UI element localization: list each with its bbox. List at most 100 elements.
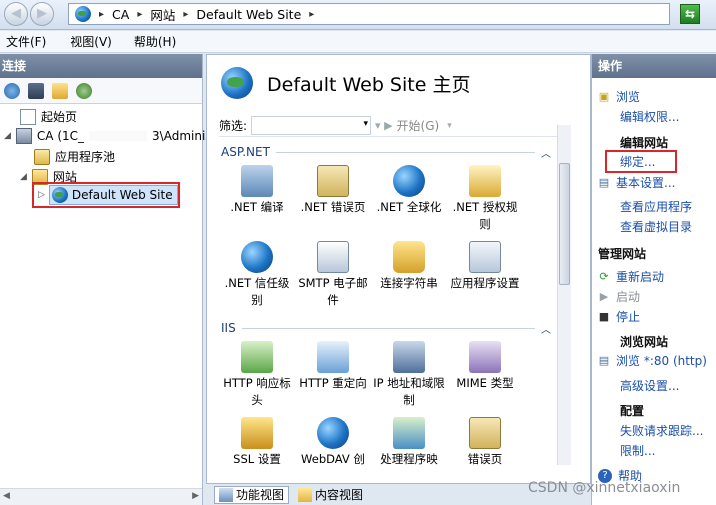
server-icon [15, 128, 32, 144]
breadcrumb-sites[interactable]: 网站 [150, 5, 175, 24]
play-icon: ▶ [599, 290, 609, 303]
tile-handler-mappings[interactable]: 处理程序映 [373, 417, 445, 468]
bindings-highlight [605, 150, 677, 173]
horizontal-scrollbar[interactable]: ◀ ▶ [0, 488, 202, 505]
section-edit-site: 编辑网站 [620, 136, 669, 150]
email-icon [317, 241, 349, 273]
collapse-icon[interactable]: ◢ [4, 131, 11, 141]
disconnect-icon[interactable] [76, 82, 92, 99]
browse-icon: ▤ [598, 354, 610, 367]
action-limits[interactable]: 限制... [620, 442, 655, 459]
chevron-icon: ▸ [137, 8, 143, 20]
action-view-applications[interactable]: 查看应用程序 [620, 198, 692, 215]
tree-item-server[interactable]: ◢ CA (1C_ 3\Adminis [4, 128, 212, 144]
lock-icon [469, 165, 501, 197]
tile-connection-strings[interactable]: 连接字符串 [373, 241, 445, 292]
chevron-down-icon[interactable]: ▾ [447, 121, 452, 131]
start-arrow-icon: ▾ ▶ [375, 119, 393, 132]
group-header-aspnet[interactable]: ASP.NET ︿ [221, 143, 551, 161]
actions-pane: 操作 ▣ 浏览 编辑权限... 编辑网站 绑定... ▤ 基本设置... 查看应用程… [591, 54, 716, 505]
scrollbar-thumb[interactable] [559, 163, 570, 285]
webdav-icon [317, 417, 349, 449]
watermark: CSDN @xinnetxiaoxin [528, 480, 681, 496]
section-manage-site: 管理网站 [592, 244, 716, 264]
tile-http-response-headers[interactable]: HTTP 响应标头 [221, 341, 293, 409]
tile-error-pages[interactable]: 错误页 [449, 417, 521, 468]
tile-net-error-pages[interactable]: .NET 错误页 [297, 165, 369, 216]
save-icon[interactable] [28, 82, 44, 99]
redirect-icon [317, 341, 349, 373]
action-advanced-settings[interactable]: 高级设置... [620, 377, 679, 394]
section-configure: 配置 [620, 404, 645, 418]
tile-net-compilation[interactable]: .NET 编译 [221, 165, 293, 216]
tile-http-redirect[interactable]: HTTP 重定向 [297, 341, 369, 392]
menu-view[interactable]: 视图(V) [64, 33, 122, 50]
filter-label: 筛选: [219, 119, 248, 133]
action-start[interactable]: ▶ 启动 [598, 288, 640, 305]
connect-icon[interactable] [4, 82, 20, 99]
back-button[interactable]: ◀ [4, 2, 28, 26]
refresh-icon[interactable]: ⇆ [680, 4, 700, 24]
group-header-iis[interactable]: IIS ︿ [221, 319, 551, 337]
app-pool-icon [34, 148, 50, 165]
tree-item-start-page[interactable]: 起始页 [20, 108, 77, 125]
content-view-icon [298, 487, 313, 502]
trust-check-icon [241, 241, 273, 273]
connections-pane: 连接 起始页 ◢ CA (1C_ 3\Adminis 应用程序池 ◢ 网站 ▷ … [0, 54, 212, 505]
breadcrumb-ca[interactable]: CA [112, 7, 129, 22]
features-pane: Default Web Site 主页 筛选: ▾ ▾ ▶ 开始(G) ▾ AS… [206, 54, 591, 484]
menu-file[interactable]: 文件(F) [0, 33, 56, 50]
forward-button[interactable]: ▶ [30, 2, 54, 26]
chevron-icon: ▸ [183, 8, 189, 20]
collapse-icon[interactable]: ︿ [541, 145, 551, 160]
http-headers-icon [241, 341, 273, 373]
address-field[interactable]: ▸ CA ▸ 网站 ▸ Default Web Site ▸ [68, 3, 670, 25]
address-bar: ◀ ▶ ▸ CA ▸ 网站 ▸ Default Web Site ▸ ⇆ [0, 0, 716, 30]
vertical-scrollbar[interactable] [557, 125, 571, 465]
lock-icon [241, 417, 273, 449]
folder-icon: ▣ [598, 90, 610, 103]
expand-icon[interactable]: ▷ [38, 190, 45, 200]
tile-net-trust-levels[interactable]: .NET 信任级别 [221, 241, 293, 309]
filter-bar: 筛选: ▾ ▾ ▶ 开始(G) ▾ [219, 115, 565, 137]
action-basic-settings[interactable]: ▤ 基本设置... [598, 174, 676, 191]
tile-ssl-settings[interactable]: SSL 设置 [221, 417, 293, 468]
connections-header: 连接 [0, 54, 202, 78]
ip-restrictions-icon [393, 341, 425, 373]
connections-toolbar [0, 78, 202, 104]
filter-input[interactable]: ▾ [251, 116, 372, 135]
tab-content-view[interactable]: 内容视图 [293, 486, 368, 504]
action-view-virtual-dirs[interactable]: 查看虚拟目录 [620, 218, 692, 235]
mime-types-icon [469, 341, 501, 373]
chevron-icon: ▸ [309, 8, 315, 20]
folder-up-icon[interactable] [52, 82, 68, 99]
app-settings-icon [469, 241, 501, 273]
tile-net-authorization[interactable]: .NET 授权规则 [449, 165, 521, 233]
action-failed-request-tracing[interactable]: 失败请求跟踪... [620, 422, 703, 439]
start-page-icon [20, 108, 36, 125]
menu-help[interactable]: 帮助(H) [128, 33, 186, 50]
tile-webdav[interactable]: WebDAV 创 [297, 417, 369, 468]
page-title: Default Web Site 主页 [267, 73, 471, 96]
tile-smtp-email[interactable]: SMTP 电子邮件 [297, 241, 369, 309]
tile-app-settings[interactable]: 应用程序设置 [449, 241, 521, 292]
tab-features-view[interactable]: 功能视图 [214, 485, 290, 504]
tile-net-globalization[interactable]: .NET 全球化 [373, 165, 445, 216]
action-edit-permissions[interactable]: 编辑权限... [620, 108, 679, 125]
tree-item-default-web-site[interactable]: ▷ Default Web Site [32, 182, 180, 208]
action-browse[interactable]: ▣ 浏览 [598, 88, 640, 105]
collapse-icon[interactable]: ︿ [541, 321, 551, 336]
start-filter-button[interactable]: 开始(G) [397, 117, 440, 134]
action-restart[interactable]: ⟳ 重新启动 [598, 268, 664, 285]
tile-mime-types[interactable]: MIME 类型 [449, 341, 521, 392]
action-browse-port[interactable]: ▤ 浏览 *:80 (http) [598, 352, 707, 369]
collapse-icon[interactable]: ◢ [20, 172, 27, 182]
chevron-icon: ▸ [99, 8, 105, 20]
database-icon [393, 241, 425, 273]
error-page-icon [317, 165, 349, 197]
breadcrumb-default-web-site[interactable]: Default Web Site [196, 7, 301, 22]
tree-item-app-pools[interactable]: 应用程序池 [34, 148, 115, 165]
tile-ip-domain-restrictions[interactable]: IP 地址和域限制 [373, 341, 445, 409]
globe-icon [393, 165, 425, 197]
action-stop[interactable]: ■ 停止 [598, 308, 640, 325]
